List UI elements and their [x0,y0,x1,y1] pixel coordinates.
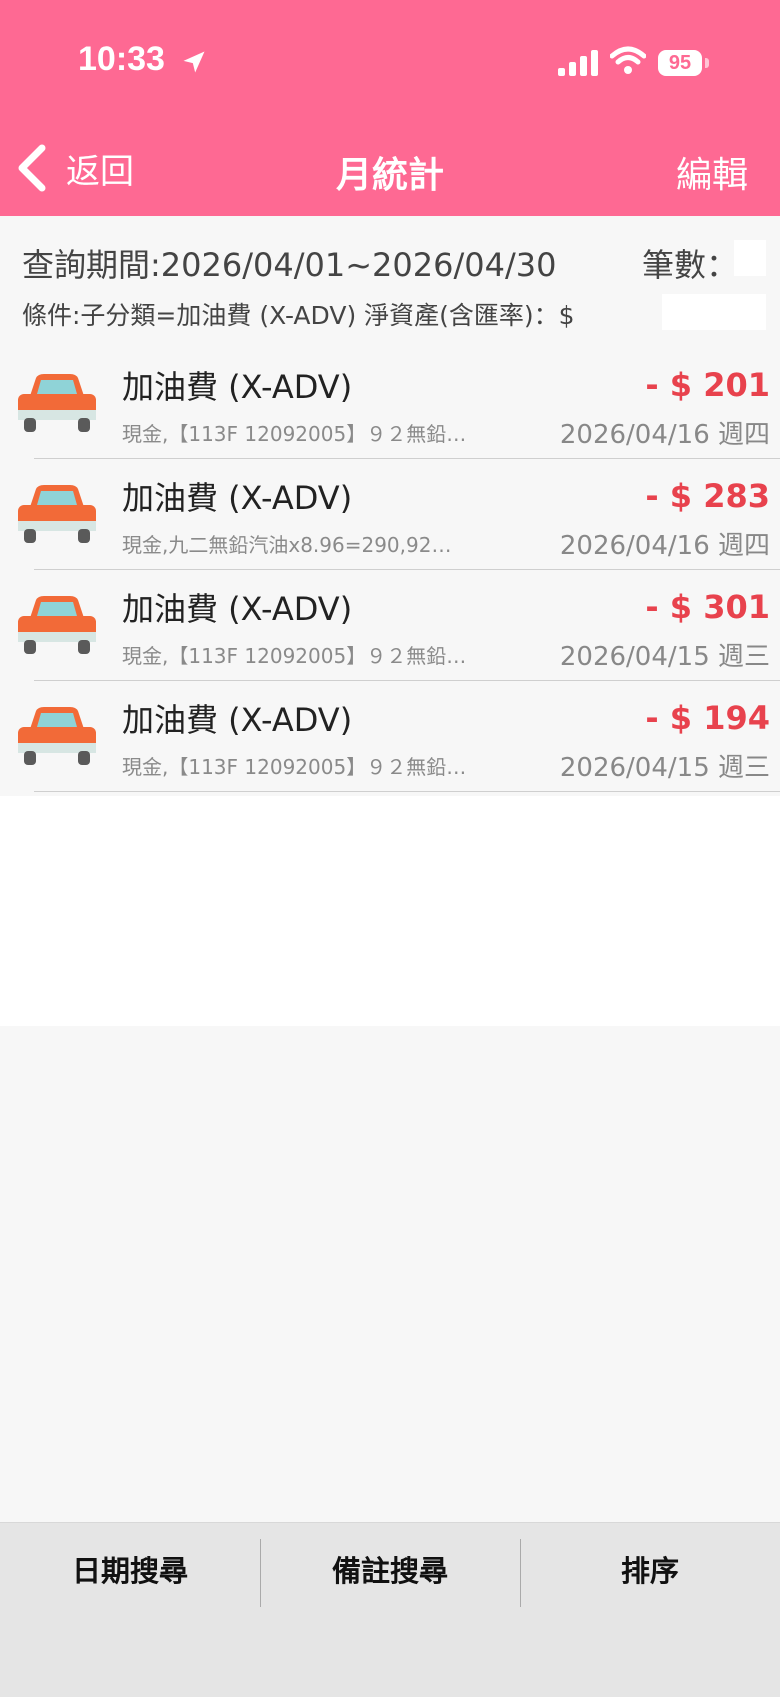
wifi-icon [610,46,646,74]
car-icon [18,485,96,543]
transaction-amount: - $ 201 [645,366,770,404]
car-icon [18,374,96,432]
note-search-button[interactable]: 備註搜尋 [260,1523,520,1619]
transaction-note: 現金,【113F 12092005】９２無鉛… [122,755,467,779]
battery-icon: 95 [658,50,702,76]
navigation-header: 10:33 95 返回 月統計 編輯 [0,0,780,216]
status-time: 10:33 [78,40,165,78]
transaction-title: 加油費 (X-ADV) [122,590,353,628]
transaction-date: 2026/04/16 週四 [559,420,770,450]
transaction-title: 加油費 (X-ADV) [122,479,353,517]
bottom-toolbar: 日期搜尋 備註搜尋 排序 [0,1522,780,1697]
transaction-note: 現金,九二無鉛汽油x8.96=290,92… [122,533,452,557]
filter-condition: 條件:子分類=加油費 (X-ADV) 淨資產(含匯率)：$ [22,301,575,330]
transaction-row[interactable]: 加油費 (X-ADV) - $ 283 現金,九二無鉛汽油x8.96=290,9… [0,459,780,570]
transaction-row[interactable]: 加油費 (X-ADV) - $ 194 現金,【113F 12092005】９２… [0,681,780,792]
record-count-label: 筆數： [642,246,739,284]
transaction-date: 2026/04/16 週四 [559,531,770,561]
transaction-amount: - $ 194 [645,699,770,737]
transaction-note: 現金,【113F 12092005】９２無鉛… [122,422,467,446]
location-arrow-icon [183,51,205,73]
transaction-list: 加油費 (X-ADV) - $ 201 現金,【113F 12092005】９２… [0,348,780,792]
empty-list-area [0,796,780,1026]
page-title: 月統計 [335,155,444,196]
transaction-date: 2026/04/15 週三 [559,642,770,672]
cellular-signal-icon [558,50,598,76]
transaction-note: 現金,【113F 12092005】９２無鉛… [122,644,467,668]
record-count-value [734,240,766,276]
transaction-title: 加油費 (X-ADV) [122,368,353,406]
car-icon [18,596,96,654]
net-assets-value [662,294,766,330]
edit-button[interactable]: 編輯 [676,146,748,198]
transaction-title: 加油費 (X-ADV) [122,701,353,739]
battery-tip [705,58,709,68]
transaction-amount: - $ 283 [645,477,770,515]
query-period: 查詢期間:2026/04/01~2026/04/30 [22,246,557,284]
car-icon [18,707,96,765]
transaction-row[interactable]: 加油費 (X-ADV) - $ 201 現金,【113F 12092005】９２… [0,348,780,459]
transaction-amount: - $ 301 [645,588,770,626]
date-search-button[interactable]: 日期搜尋 [0,1523,260,1619]
transaction-row[interactable]: 加油費 (X-ADV) - $ 301 現金,【113F 12092005】９２… [0,570,780,681]
sort-button[interactable]: 排序 [520,1523,780,1619]
summary-panel: 查詢期間:2026/04/01~2026/04/30 筆數： 條件:子分類=加油… [0,216,780,348]
transaction-date: 2026/04/15 週三 [559,753,770,783]
